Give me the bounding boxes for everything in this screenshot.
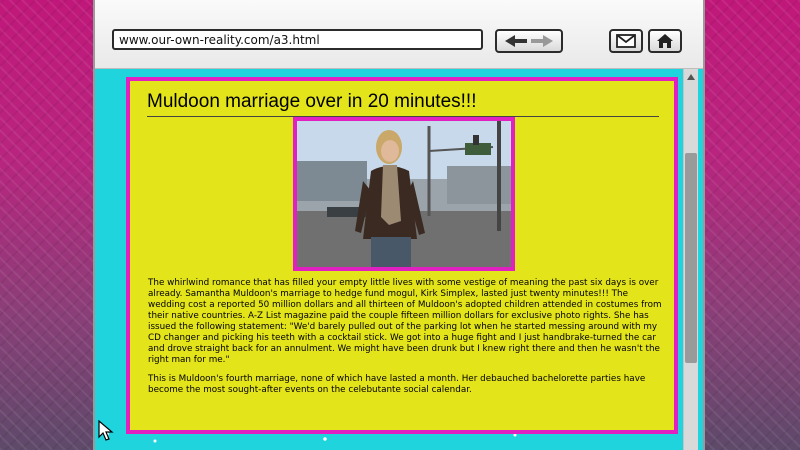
scroll-up-arrow-icon[interactable] xyxy=(684,71,698,83)
woman-street-photo xyxy=(297,121,511,267)
web-page-viewport[interactable]: Muldoon marriage over in 20 minutes!!! T… xyxy=(95,69,703,450)
back-forward-button[interactable] xyxy=(495,29,563,53)
article-headline: Muldoon marriage over in 20 minutes!!! xyxy=(147,91,659,117)
back-forward-arrows-icon xyxy=(505,35,553,47)
browser-toolbar: www.our-own-reality.com/a3.html xyxy=(95,0,703,69)
article-paragraph-2: This is Muldoon's fourth marriage, none … xyxy=(148,374,646,395)
mail-button[interactable] xyxy=(609,29,643,53)
vertical-scrollbar[interactable] xyxy=(683,69,698,450)
browser-window: www.our-own-reality.com/a3.html Muldoon … xyxy=(93,0,705,450)
mouse-pointer-icon xyxy=(98,419,114,446)
article-panel: Muldoon marriage over in 20 minutes!!! T… xyxy=(126,77,678,434)
address-bar[interactable]: www.our-own-reality.com/a3.html xyxy=(112,29,483,50)
home-icon xyxy=(657,34,673,48)
scrollbar-thumb[interactable] xyxy=(685,153,697,363)
home-button[interactable] xyxy=(648,29,682,53)
article-paragraph-1: The whirlwind romance that has filled yo… xyxy=(148,278,662,365)
envelope-icon xyxy=(616,34,636,48)
article-photo xyxy=(293,117,515,271)
article-body: The whirlwind romance that has filled yo… xyxy=(148,278,668,404)
